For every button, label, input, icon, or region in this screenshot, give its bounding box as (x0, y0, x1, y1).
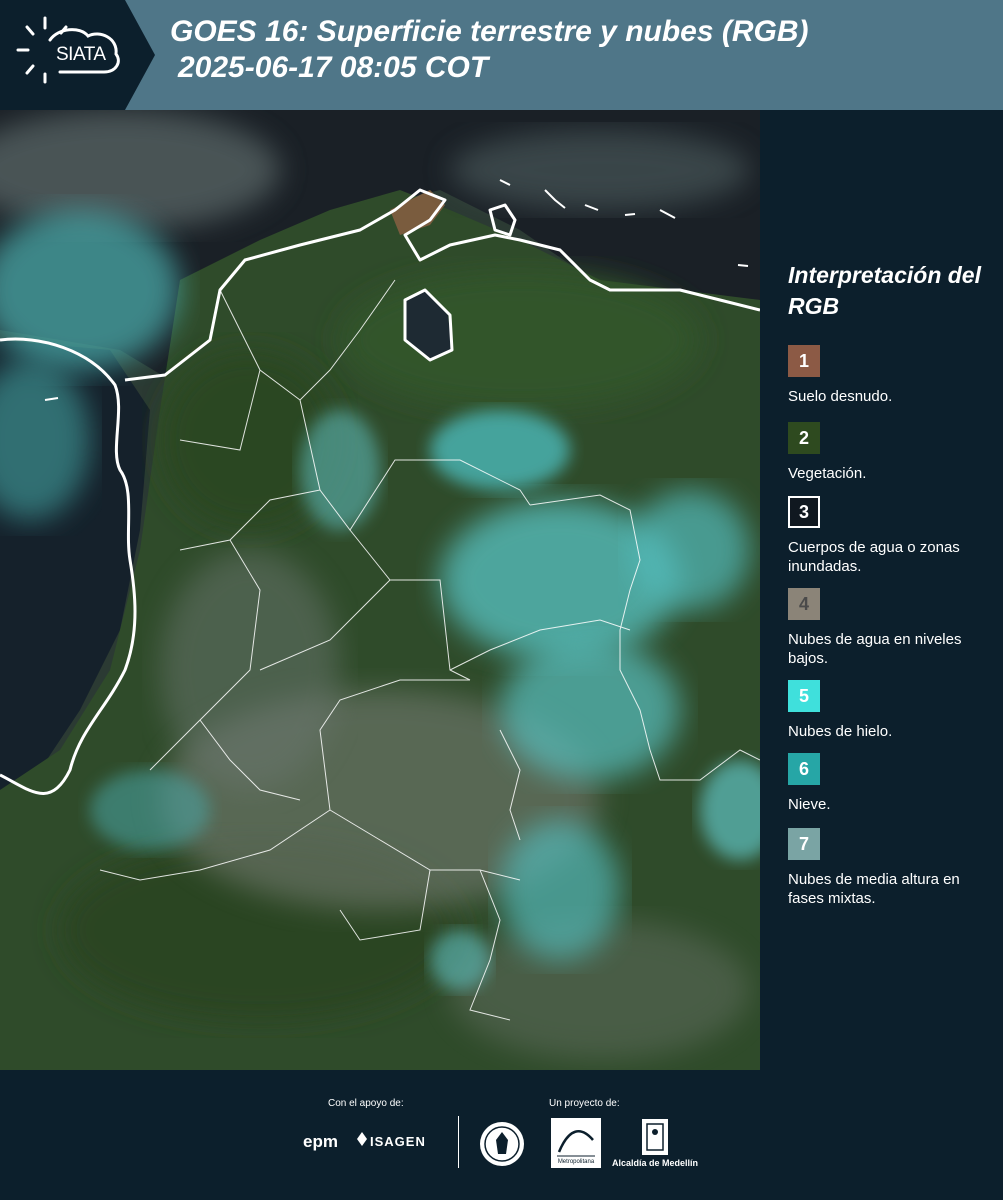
legend-label: Nubes de agua en niveles bajos. (788, 631, 962, 667)
legend-item: 1 Suelo desnudo. (788, 345, 998, 406)
legend-swatch: 4 (788, 588, 820, 620)
isagen-mark-icon (357, 1132, 367, 1146)
legend-number: 6 (798, 758, 809, 779)
legend-label: Nubes de hielo. (788, 723, 893, 740)
page-title: GOES 16: Superficie terrestre y nubes (R… (170, 14, 990, 86)
legend-number: 3 (798, 501, 809, 522)
area-metropolitana-logo-text: Metropolitana (558, 1159, 595, 1165)
legend-item: 4 Nubes de agua en niveles bajos. (788, 588, 998, 668)
legend-item: 2 Vegetación. (788, 422, 998, 483)
header: SIATA GOES 16: Superficie terrestre y nu… (0, 0, 1003, 110)
legend-number: 5 (798, 685, 809, 706)
legend-swatch: 5 (788, 680, 820, 712)
legend-swatch: 1 (788, 345, 820, 377)
legend-item: 6 Nieve. (788, 753, 998, 814)
epm-logo[interactable]: epm (303, 1132, 338, 1152)
legend-title: Interpretación del RGB (788, 262, 981, 319)
legend-item: 5 Nubes de hielo. (788, 680, 998, 741)
legend-number: 7 (798, 833, 809, 854)
legend-label: Nubes de media altura en fases mixtas. (788, 871, 960, 907)
legend-panel: Interpretación del RGB 1 Suelo desnudo. … (760, 110, 1003, 1070)
project-label: Un proyecto de: (549, 1098, 620, 1109)
support-label: Con el apoyo de: (328, 1098, 404, 1109)
title-line-1: GOES 16: Superficie terrestre y nubes (R… (170, 15, 809, 48)
legend-label: Suelo desnudo. (788, 388, 893, 405)
satellite-image (0, 110, 760, 1070)
alcaldia-logo[interactable]: Alcaldía de Medellín (612, 1158, 698, 1168)
title-line-2: 2025-06-17 08:05 COT (178, 51, 489, 84)
legend-swatch: 6 (788, 753, 820, 785)
footer: Con el apoyo de: Un proyecto de: epm ISA… (0, 1070, 1003, 1200)
siata-logo[interactable]: SIATA (0, 0, 155, 110)
logo-text: SIATA (56, 44, 106, 65)
legend-swatch: 7 (788, 828, 820, 860)
legend-number: 1 (798, 350, 809, 371)
legend-label: Cuerpos de agua o zonas inundadas. (788, 539, 960, 575)
legend-label: Vegetación. (788, 465, 867, 482)
university-seal-icon[interactable] (478, 1120, 526, 1168)
satellite-image-drawing (0, 110, 760, 1070)
area-metropolitana-logo-icon[interactable]: Metropolitana (551, 1118, 601, 1168)
footer-divider (458, 1116, 459, 1168)
legend-item: 3 Cuerpos de agua o zonas inundadas. (788, 496, 998, 576)
legend-label: Nieve. (788, 796, 831, 813)
alcaldia-shield-icon[interactable] (641, 1118, 669, 1156)
legend-swatch: 2 (788, 422, 820, 454)
legend-swatch: 3 (788, 496, 820, 528)
legend-number: 4 (798, 593, 809, 614)
legend-item: 7 Nubes de media altura en fases mixtas. (788, 828, 998, 908)
isagen-logo[interactable]: ISAGEN (370, 1134, 426, 1149)
legend-number: 2 (798, 427, 809, 448)
